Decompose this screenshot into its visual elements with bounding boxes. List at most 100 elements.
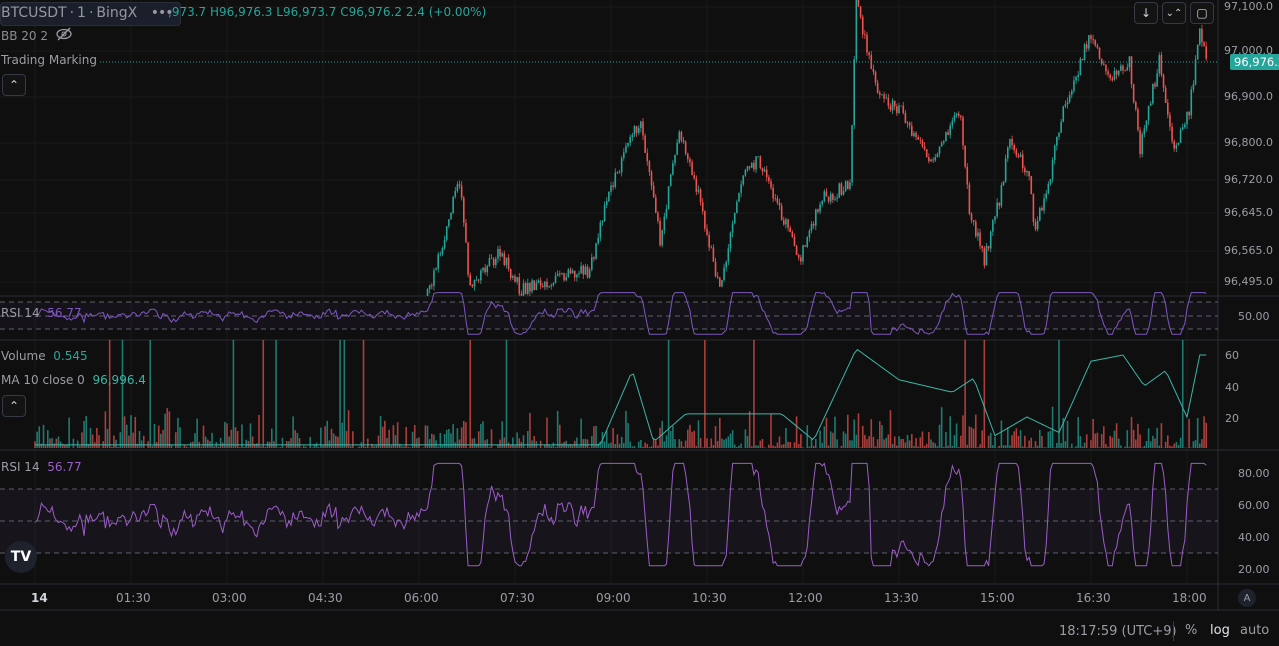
log-toggle[interactable]: log (1210, 623, 1230, 638)
volume-bar (1196, 418, 1199, 448)
volume-bar (450, 433, 452, 448)
scroll-to-latest-button[interactable]: ↓ (1134, 2, 1158, 24)
collapse-panes-button[interactable]: ⌄⌃ (1162, 2, 1186, 24)
volume-bar (740, 443, 742, 448)
interval[interactable]: 1 (77, 5, 86, 21)
volume-bar (928, 432, 930, 448)
clock[interactable]: 18:17:59 (UTC+9) (1059, 624, 1177, 639)
candle-body (1124, 70, 1126, 72)
volume-bar (785, 428, 787, 448)
bb-indicator-label[interactable]: BB 20 2 (1, 29, 48, 43)
candle-body (964, 145, 966, 167)
volume-bar (623, 442, 625, 448)
candle-body (1199, 28, 1201, 45)
candle-body (983, 248, 986, 266)
volume-bar (612, 427, 614, 448)
fullscreen-button[interactable]: ▢ (1190, 2, 1214, 24)
candle-body (780, 205, 783, 221)
volume-bar (748, 411, 751, 448)
volume-bar (1013, 431, 1015, 448)
volume-bar (902, 438, 905, 448)
volume-bar (1126, 430, 1129, 448)
volume-bar (1160, 423, 1163, 448)
volume-bar (819, 430, 821, 448)
volume-bar (514, 445, 516, 448)
candle-body (1002, 181, 1005, 186)
candle-body (753, 162, 755, 170)
trading-marking-label[interactable]: Trading Marking (1, 53, 97, 67)
volume-bar (529, 412, 531, 448)
rsi-legend[interactable]: RSI 14 56.77 (1, 460, 82, 474)
volume-bar (940, 407, 943, 448)
chart-canvas[interactable] (0, 0, 1279, 646)
candle-body (1177, 142, 1180, 145)
volume-bar (637, 441, 640, 448)
collapse-legend-button[interactable]: ⌃ (2, 74, 26, 96)
symbol-name[interactable]: BTCUSDT (1, 5, 67, 21)
rsi-small-legend[interactable]: RSI 14 56.77 (1, 306, 82, 320)
percent-toggle[interactable]: % (1185, 623, 1197, 638)
auto-scale-badge[interactable]: A (1238, 589, 1256, 607)
volume-bar (994, 436, 996, 448)
volume-legend[interactable]: Volume 0.545 (1, 349, 88, 363)
candle-body (955, 113, 958, 116)
candle-body (1137, 109, 1139, 130)
symbol-legend[interactable]: BTCUSDT · 1 · BingX ••• (0, 2, 181, 26)
volume-bar (1098, 447, 1101, 448)
volume-bar (659, 427, 661, 448)
volume-bar (825, 417, 828, 448)
volume-bar (949, 416, 951, 448)
volume-bar (640, 439, 642, 448)
volume-bar (539, 440, 542, 448)
volume-bar (891, 443, 894, 448)
ma-value: 96,996.4 (92, 373, 146, 387)
time-axis-label: 18:00 (1172, 591, 1207, 605)
candle-body (591, 257, 593, 270)
volume-bar (113, 435, 115, 448)
volume-bar (1032, 447, 1035, 448)
volume-bar (431, 433, 433, 448)
volume-bar (665, 435, 668, 448)
volume-bar (806, 425, 809, 448)
candle-body (1139, 129, 1141, 155)
volume-bar (85, 415, 87, 448)
volume-bar (800, 434, 802, 448)
candle-body (1047, 183, 1050, 194)
divider (1173, 621, 1174, 641)
volume-bar (373, 446, 375, 448)
candle-body (851, 125, 853, 183)
ma-legend[interactable]: MA 10 close 0 96,996.4 (1, 373, 146, 387)
volume-bar (168, 411, 171, 448)
collapse-volume-legend-button[interactable]: ⌃ (2, 395, 26, 417)
candle-body (1205, 46, 1207, 59)
volume-bar (91, 434, 94, 448)
volume-bar (951, 445, 954, 448)
candle-body (563, 273, 565, 281)
candle-body (881, 94, 883, 96)
tradingview-logo-icon[interactable]: TV (5, 541, 37, 573)
volume-bar (465, 422, 467, 448)
candle-body (674, 154, 676, 164)
volume-bar (761, 438, 764, 448)
candle-body (576, 274, 578, 278)
candle-body (648, 161, 651, 172)
candle-body (1081, 58, 1084, 61)
candle-body (518, 277, 521, 294)
volume-bar (879, 421, 881, 448)
candle-body (695, 178, 698, 192)
volume-bar (919, 437, 922, 448)
candle-body (738, 192, 740, 202)
auto-toggle[interactable]: auto (1240, 623, 1269, 638)
volume-bar (1068, 447, 1071, 448)
candle-body (925, 149, 928, 158)
candle-body (817, 209, 819, 212)
candle-body (1181, 127, 1184, 130)
volume-bar (1036, 445, 1039, 448)
candle-body (885, 97, 887, 99)
volume-bar (1009, 445, 1011, 448)
eye-off-icon[interactable] (55, 26, 73, 46)
volume-bar (335, 435, 337, 448)
volume-bar (341, 422, 343, 448)
volume-bar (868, 436, 870, 448)
candle-body (1100, 58, 1103, 64)
